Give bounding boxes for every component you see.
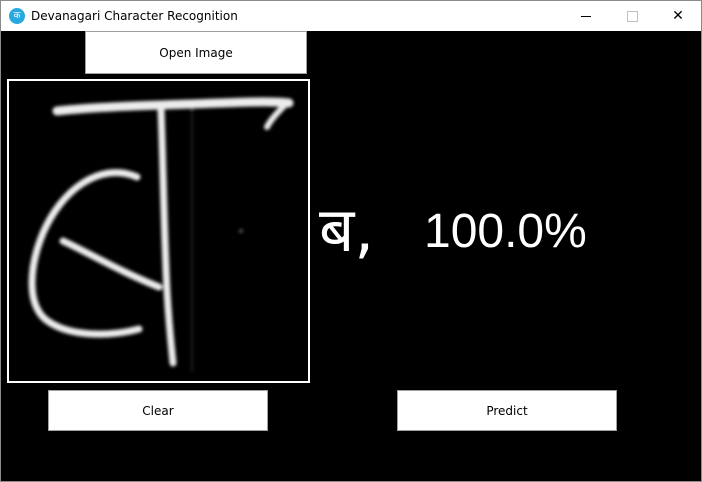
minimize-button[interactable] [563,1,609,31]
open-image-button[interactable]: Open Image [85,31,307,74]
maximize-icon [627,11,638,22]
close-icon: ✕ [672,8,684,24]
predicted-character: ब, [319,193,375,266]
close-button[interactable]: ✕ [655,1,701,31]
app-icon: क [9,8,25,24]
minimize-icon [581,16,591,17]
predict-button[interactable]: Predict [397,390,617,431]
clear-label: Clear [142,403,174,418]
title-bar[interactable]: क Devanagari Character Recognition ✕ [1,1,701,31]
maximize-button[interactable] [609,1,655,31]
open-image-label: Open Image [159,45,233,60]
window-title: Devanagari Character Recognition [31,9,238,23]
app-window: क Devanagari Character Recognition ✕ Ope… [0,0,702,482]
drawing-canvas[interactable] [7,79,310,383]
handwritten-character-image [28,97,294,372]
predict-label: Predict [486,403,528,418]
clear-button[interactable]: Clear [48,390,268,431]
prediction-confidence: 100.0% [424,205,587,258]
